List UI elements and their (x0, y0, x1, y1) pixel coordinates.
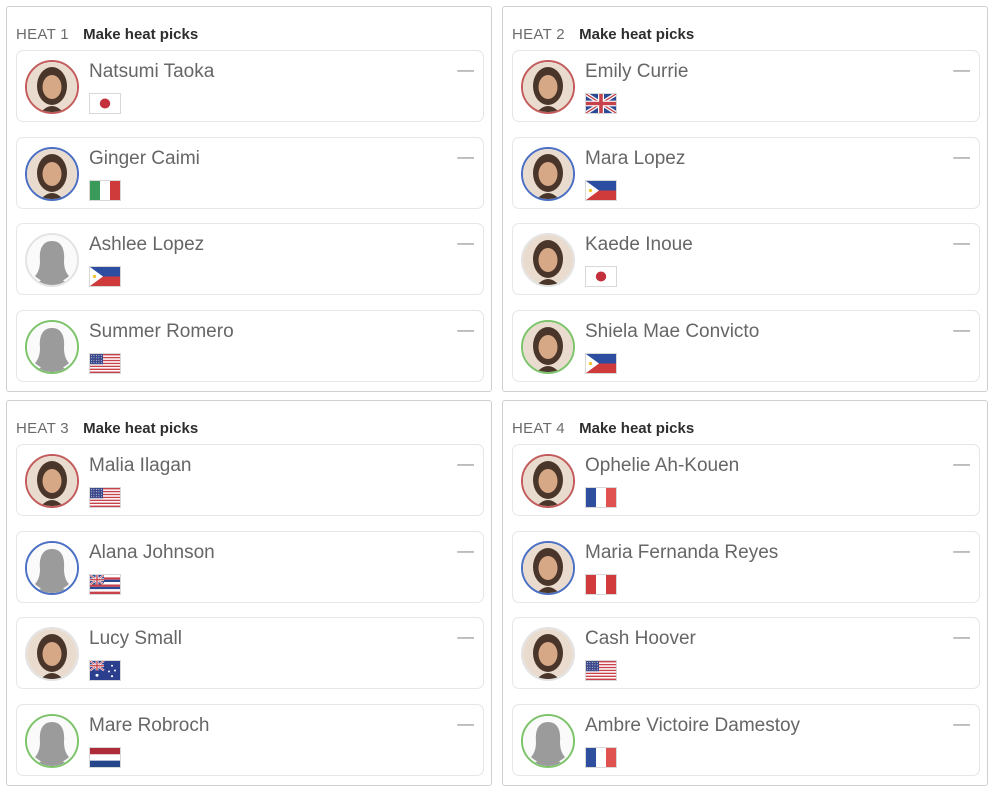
athlete-avatar (521, 541, 575, 595)
athlete-avatar (25, 714, 79, 768)
athlete-row[interactable]: Alana Johnson –– (16, 531, 484, 603)
japan-flag-icon (585, 266, 617, 287)
heat-header: HEAT 1 Make heat picks (16, 26, 198, 44)
athlete-row[interactable]: Kaede Inoue –– (512, 223, 980, 295)
heat-label: HEAT 3 (16, 420, 69, 437)
athlete-row[interactable]: Ambre Victoire Damestoy –– (512, 704, 980, 776)
heat-label: HEAT 4 (512, 420, 565, 437)
athlete-row[interactable]: Lucy Small –– (16, 617, 484, 689)
athlete-name: Ophelie Ah-Kouen (585, 455, 740, 476)
make-heat-picks-link[interactable]: Make heat picks (579, 26, 694, 43)
athlete-name: Natsumi Taoka (89, 61, 215, 82)
philippines-flag-icon (89, 266, 121, 287)
heat-label: HEAT 2 (512, 26, 565, 43)
athlete-name: Ashlee Lopez (89, 234, 205, 255)
athlete-score: –– (953, 456, 970, 473)
athlete-avatar (25, 454, 79, 508)
uk-flag-icon (585, 93, 617, 114)
heat-card: HEAT 4 Make heat picks Ophelie Ah-Kouen … (502, 400, 988, 786)
athlete-score: –– (457, 629, 474, 646)
france-flag-icon (585, 487, 617, 508)
athlete-row[interactable]: Cash Hoover –– (512, 617, 980, 689)
heat-card: HEAT 3 Make heat picks Malia Ilagan –– A… (6, 400, 492, 786)
heat-card: HEAT 2 Make heat picks Emily Currie –– M… (502, 6, 988, 392)
athlete-avatar (25, 320, 79, 374)
athlete-score: –– (457, 456, 474, 473)
heat-header: HEAT 2 Make heat picks (512, 26, 694, 44)
athlete-row[interactable]: Natsumi Taoka –– (16, 50, 484, 122)
athlete-avatar (521, 233, 575, 287)
japan-flag-icon (89, 93, 121, 114)
athlete-row[interactable]: Shiela Mae Convicto –– (512, 310, 980, 382)
athlete-name: Ambre Victoire Damestoy (585, 715, 801, 736)
athlete-name: Alana Johnson (89, 542, 215, 563)
athlete-avatar (25, 233, 79, 287)
athlete-row[interactable]: Ginger Caimi –– (16, 137, 484, 209)
athlete-score: –– (457, 149, 474, 166)
athlete-row[interactable]: Emily Currie –– (512, 50, 980, 122)
france-flag-icon (585, 747, 617, 768)
athlete-score: –– (953, 629, 970, 646)
athlete-avatar (25, 627, 79, 681)
athlete-name: Ginger Caimi (89, 148, 200, 169)
athlete-avatar (25, 541, 79, 595)
athlete-name: Shiela Mae Convicto (585, 321, 760, 342)
philippines-flag-icon (585, 180, 617, 201)
athlete-row[interactable]: Summer Romero –– (16, 310, 484, 382)
netherlands-flag-icon (89, 747, 121, 768)
philippines-flag-icon (585, 353, 617, 374)
heat-label: HEAT 1 (16, 26, 69, 43)
athlete-name: Kaede Inoue (585, 234, 693, 255)
athlete-avatar (521, 60, 575, 114)
athlete-avatar (521, 147, 575, 201)
athlete-avatar (521, 454, 575, 508)
athlete-avatar (521, 627, 575, 681)
athlete-score: –– (953, 543, 970, 560)
usa-flag-icon (89, 487, 121, 508)
athlete-name: Cash Hoover (585, 628, 696, 649)
athlete-score: –– (953, 716, 970, 733)
athlete-name: Summer Romero (89, 321, 234, 342)
athlete-score: –– (457, 62, 474, 79)
athlete-name: Maria Fernanda Reyes (585, 542, 779, 563)
athlete-score: –– (457, 543, 474, 560)
athlete-row[interactable]: Ophelie Ah-Kouen –– (512, 444, 980, 516)
athlete-row[interactable]: Maria Fernanda Reyes –– (512, 531, 980, 603)
athlete-row[interactable]: Ashlee Lopez –– (16, 223, 484, 295)
athlete-avatar (25, 60, 79, 114)
athlete-avatar (521, 320, 575, 374)
athlete-row[interactable]: Mare Robroch –– (16, 704, 484, 776)
athlete-score: –– (457, 235, 474, 252)
athlete-row[interactable]: Mara Lopez –– (512, 137, 980, 209)
peru-flag-icon (585, 574, 617, 595)
make-heat-picks-link[interactable]: Make heat picks (83, 420, 198, 437)
athlete-name: Emily Currie (585, 61, 689, 82)
hawaii-flag-icon (89, 574, 121, 595)
athlete-score: –– (953, 62, 970, 79)
usa-flag-icon (585, 660, 617, 681)
athlete-name: Malia Ilagan (89, 455, 192, 476)
australia-flag-icon (89, 660, 121, 681)
athlete-score: –– (457, 716, 474, 733)
athlete-name: Lucy Small (89, 628, 182, 649)
athlete-avatar (521, 714, 575, 768)
athlete-score: –– (457, 322, 474, 339)
athlete-score: –– (953, 149, 970, 166)
heat-card: HEAT 1 Make heat picks Natsumi Taoka –– … (6, 6, 492, 392)
athlete-row[interactable]: Malia Ilagan –– (16, 444, 484, 516)
athlete-name: Mara Lopez (585, 148, 686, 169)
make-heat-picks-link[interactable]: Make heat picks (579, 420, 694, 437)
usa-flag-icon (89, 353, 121, 374)
italy-flag-icon (89, 180, 121, 201)
heat-header: HEAT 4 Make heat picks (512, 420, 694, 438)
athlete-score: –– (953, 235, 970, 252)
heat-header: HEAT 3 Make heat picks (16, 420, 198, 438)
athlete-avatar (25, 147, 79, 201)
athlete-name: Mare Robroch (89, 715, 210, 736)
make-heat-picks-link[interactable]: Make heat picks (83, 26, 198, 43)
athlete-score: –– (953, 322, 970, 339)
